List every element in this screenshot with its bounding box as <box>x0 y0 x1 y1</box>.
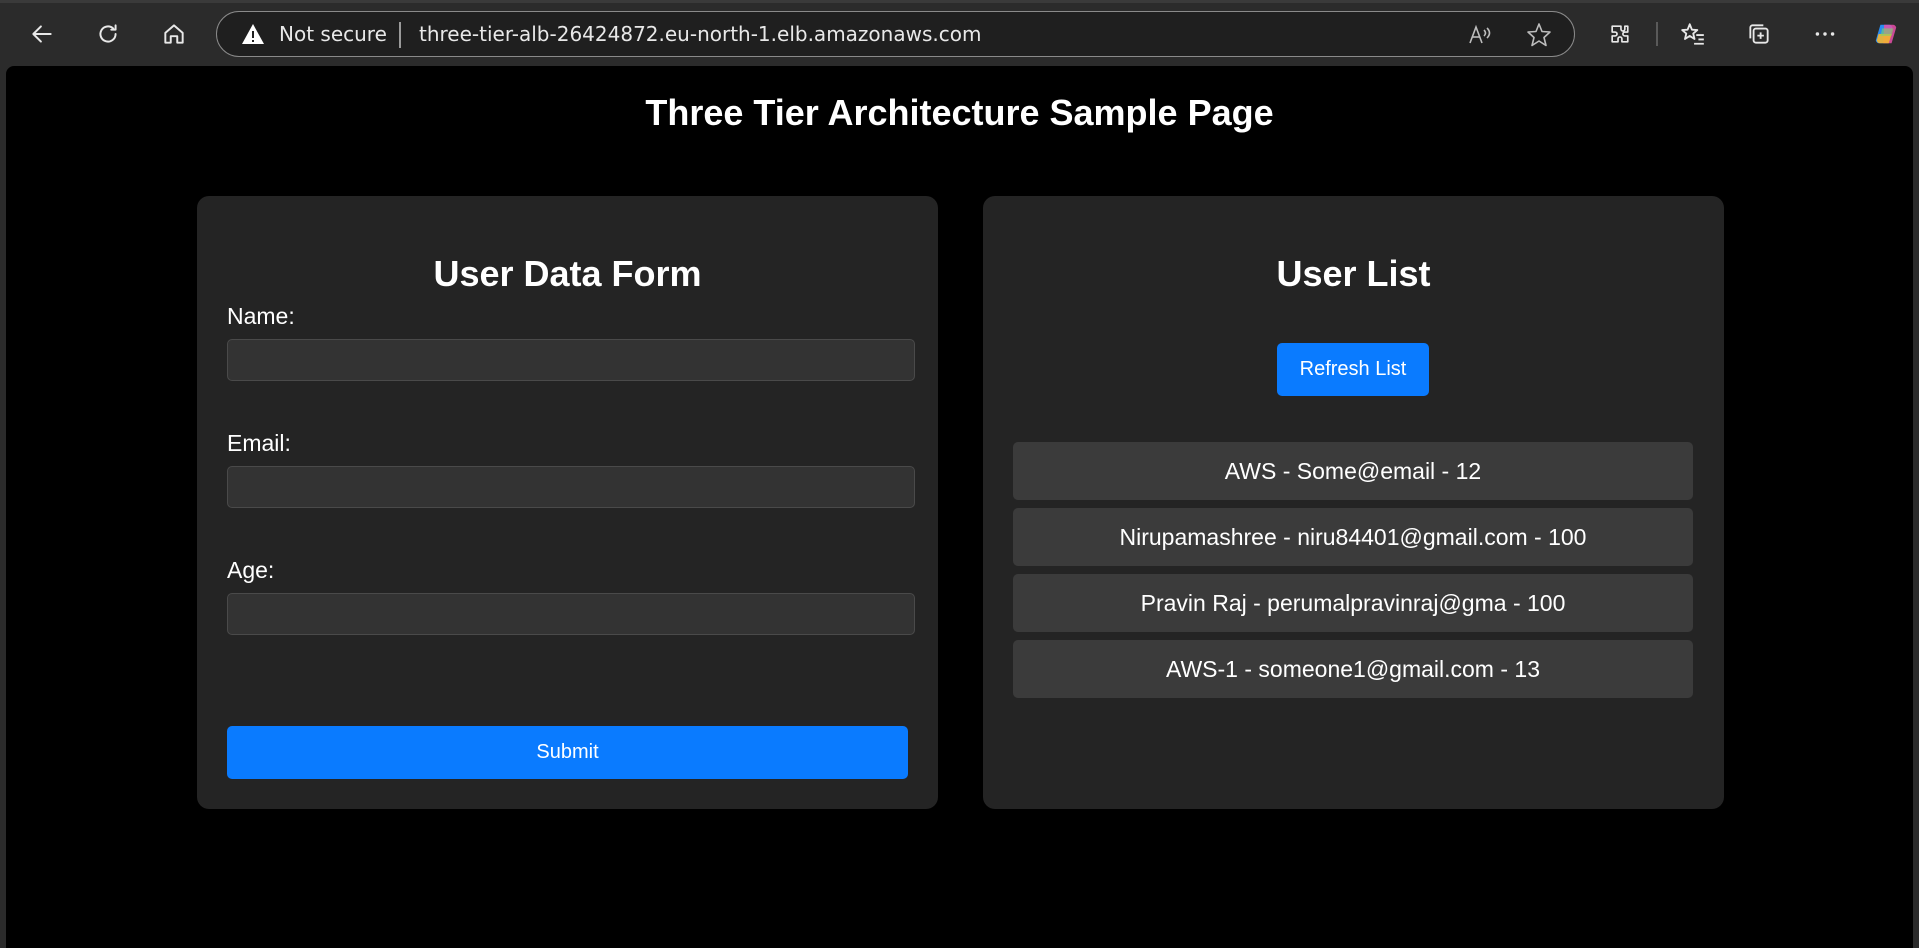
back-icon <box>32 25 52 43</box>
collections-button[interactable] <box>1739 14 1779 54</box>
email-input[interactable] <box>227 466 915 508</box>
more-icon <box>1815 32 1835 36</box>
user-list: AWS - Some@email - 12 Nirupamashree - ni… <box>1013 442 1693 706</box>
toolbar-divider <box>1656 22 1658 46</box>
user-list-item: Nirupamashree - niru84401@gmail.com - 10… <box>1013 508 1693 566</box>
reload-button[interactable] <box>88 14 128 54</box>
name-input[interactable] <box>227 339 915 381</box>
browser-toolbar: Not secure three-tier-alb-26424872.eu-no… <box>0 0 1919 66</box>
age-input[interactable] <box>227 593 915 635</box>
email-label: Email: <box>227 430 291 456</box>
name-label: Name: <box>227 303 295 329</box>
user-data-form-card: User Data Form Name: Email: Age: Submit <box>197 196 938 809</box>
favorites-button[interactable] <box>1673 14 1713 54</box>
user-list-item: AWS-1 - someone1@gmail.com - 13 <box>1013 640 1693 698</box>
age-label: Age: <box>227 557 275 583</box>
refresh-list-button[interactable]: Refresh List <box>1277 343 1429 396</box>
copilot-icon <box>1875 24 1897 44</box>
back-button[interactable] <box>22 14 62 54</box>
read-aloud-icon[interactable] <box>1465 21 1493 49</box>
address-bar[interactable]: Not secure three-tier-alb-26424872.eu-no… <box>216 11 1575 57</box>
page-title: Three Tier Architecture Sample Page <box>645 92 1274 133</box>
user-list-heading: User List <box>1276 253 1431 294</box>
copilot-button[interactable] <box>1866 14 1906 54</box>
url-text[interactable]: three-tier-alb-26424872.eu-north-1.elb.a… <box>419 22 981 46</box>
security-status[interactable]: Not secure <box>279 22 387 46</box>
favorites-icon <box>1681 23 1704 45</box>
home-button[interactable] <box>154 14 194 54</box>
user-list-item: Pravin Raj - perumalpravinraj@gma - 100 <box>1013 574 1693 632</box>
extensions-icon <box>1611 25 1629 43</box>
user-list-card: User List Refresh List AWS - Some@email … <box>983 196 1724 809</box>
collections-icon <box>1749 24 1769 44</box>
favorite-star-icon[interactable] <box>1525 21 1553 49</box>
form-heading: User Data Form <box>433 253 702 294</box>
address-divider <box>399 22 401 48</box>
tab-strip-edge <box>0 0 1919 3</box>
submit-button[interactable]: Submit <box>227 726 908 779</box>
extensions-button[interactable] <box>1600 14 1640 54</box>
user-list-item: AWS - Some@email - 12 <box>1013 442 1693 500</box>
reload-icon <box>99 24 117 43</box>
page-viewport: Three Tier Architecture Sample Page User… <box>6 66 1913 948</box>
more-button[interactable] <box>1805 14 1845 54</box>
home-icon <box>164 24 184 44</box>
warning-icon <box>242 24 264 44</box>
